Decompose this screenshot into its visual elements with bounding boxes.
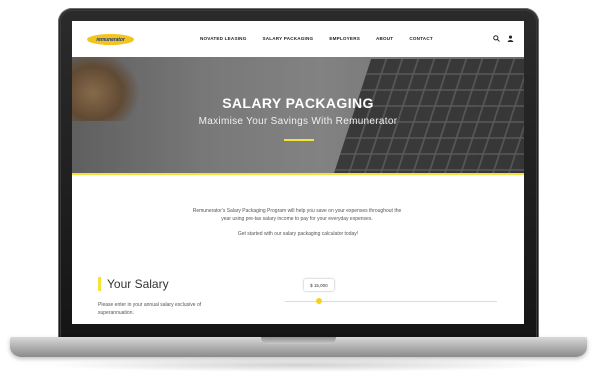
nav-link-about[interactable]: ABOUT bbox=[376, 36, 393, 41]
salary-slider-thumb[interactable] bbox=[315, 298, 322, 304]
intro-line-2: year using pre-tax salary income to pay … bbox=[221, 216, 373, 222]
nav-link-contact[interactable]: CONTACT bbox=[409, 36, 433, 41]
user-icon[interactable] bbox=[507, 35, 514, 44]
nav-link-novated-leasing[interactable]: NOVATED LEASING bbox=[200, 36, 246, 41]
hero-title: SALARY PACKAGING bbox=[222, 95, 374, 111]
salary-slider-value: $ 15,000 bbox=[303, 279, 334, 291]
website-screen: remunerator NOVATED LEASING SALARY PACKA… bbox=[72, 21, 524, 324]
hero-banner: SALARY PACKAGING Maximise Your Savings W… bbox=[72, 57, 524, 175]
laptop-shadow bbox=[40, 358, 557, 372]
intro-text: Remunerator's Salary Packaging Program w… bbox=[177, 207, 417, 223]
remunerator-logo[interactable]: remunerator bbox=[87, 34, 134, 45]
laptop-notch bbox=[261, 337, 336, 344]
salary-heading-accent bbox=[98, 277, 101, 291]
main-nav: NOVATED LEASING SALARY PACKAGING EMPLOYE… bbox=[200, 36, 449, 41]
site-header: remunerator NOVATED LEASING SALARY PACKA… bbox=[72, 21, 524, 58]
hero-subtitle: Maximise Your Savings With Remunerator bbox=[198, 116, 398, 127]
salary-description: Please enter in your annual salary exclu… bbox=[98, 301, 248, 317]
logo-text: remunerator bbox=[96, 36, 125, 43]
hero-bottom-divider bbox=[72, 173, 524, 175]
salary-description-line-1: Please enter in your annual salary exclu… bbox=[98, 302, 202, 308]
intro-line-1: Remunerator's Salary Packaging Program w… bbox=[192, 208, 402, 214]
calculator-cta: Get started with our salary packaging ca… bbox=[237, 231, 359, 237]
search-icon[interactable] bbox=[493, 35, 500, 44]
salary-heading: Your Salary bbox=[107, 277, 169, 291]
nav-link-employers[interactable]: EMPLOYERS bbox=[329, 36, 360, 41]
salary-description-line-2: superannuation. bbox=[98, 310, 134, 316]
hero-accent-bar bbox=[284, 139, 314, 141]
nav-link-salary-packaging[interactable]: SALARY PACKAGING bbox=[262, 36, 313, 41]
